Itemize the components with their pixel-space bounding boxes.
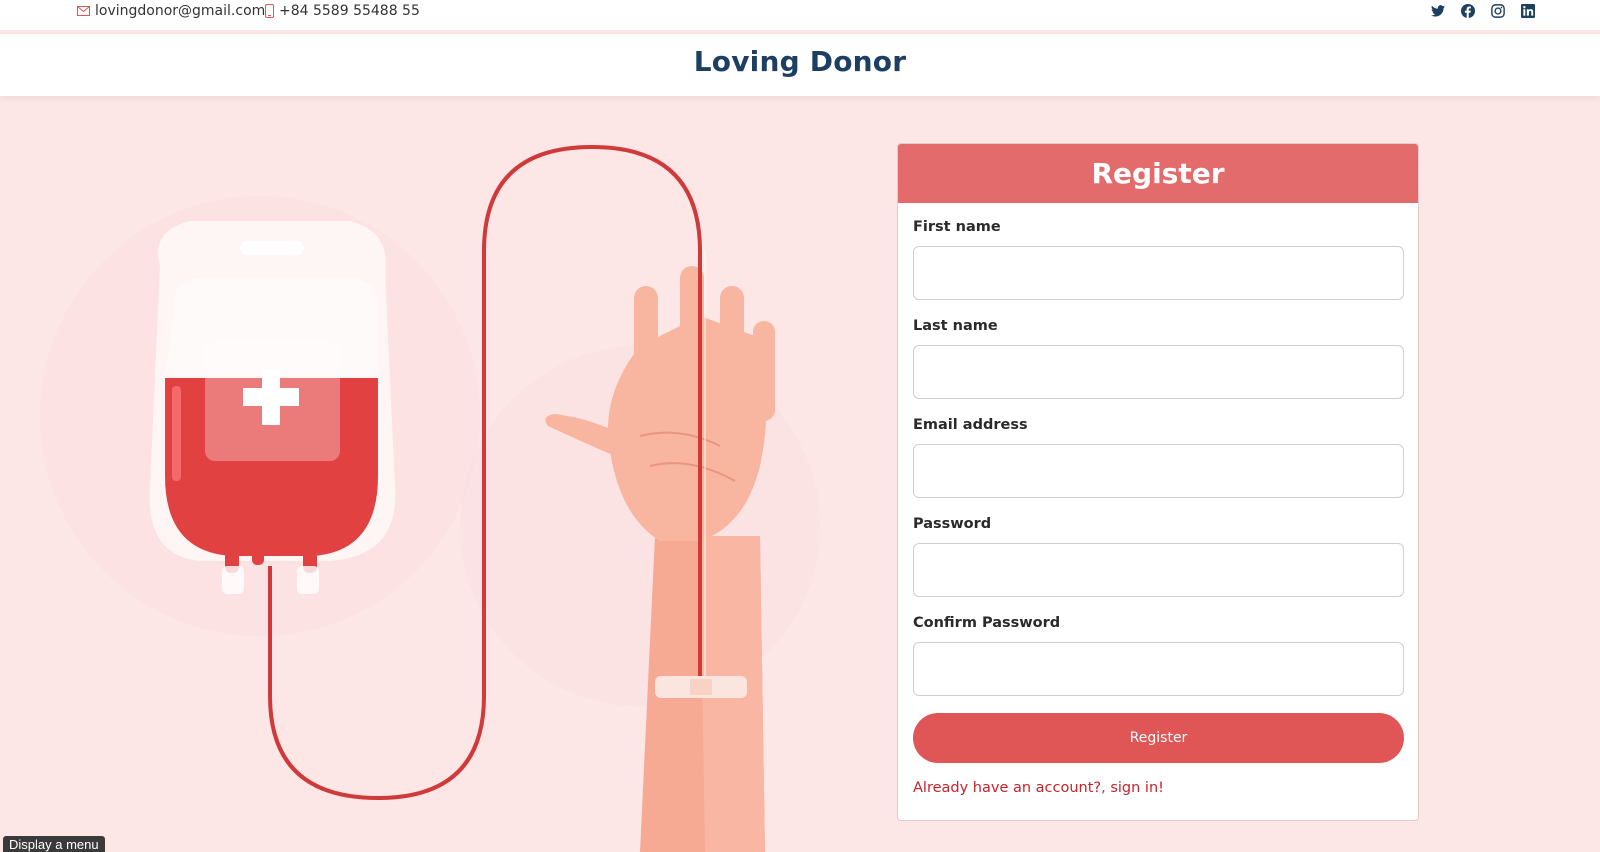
site-brand[interactable]: Loving Donor bbox=[0, 45, 1600, 78]
confirm-password-input[interactable] bbox=[913, 642, 1404, 696]
display-menu-tooltip: Display a menu bbox=[3, 836, 105, 852]
password-input[interactable] bbox=[913, 543, 1404, 597]
phone-icon bbox=[265, 4, 274, 18]
site-header: Loving Donor bbox=[0, 34, 1600, 96]
register-card-header: Register bbox=[898, 144, 1418, 203]
last-name-label: Last name bbox=[913, 318, 998, 334]
facebook-icon[interactable] bbox=[1460, 3, 1476, 19]
last-name-input[interactable] bbox=[913, 345, 1404, 399]
register-form: First name Last name Email address Passw… bbox=[898, 203, 1418, 796]
password-label: Password bbox=[913, 516, 992, 532]
first-name-input[interactable] bbox=[913, 246, 1404, 300]
contact-email[interactable]: lovingdonor@gmail.com bbox=[77, 3, 265, 19]
instagram-icon[interactable] bbox=[1490, 3, 1506, 19]
confirm-password-label: Confirm Password bbox=[913, 615, 1061, 631]
register-card: Register First name Last name Email addr… bbox=[897, 143, 1419, 821]
register-button[interactable]: Register bbox=[913, 713, 1404, 763]
linkedin-icon[interactable] bbox=[1520, 3, 1536, 19]
mail-icon bbox=[77, 6, 90, 16]
contact-phone[interactable]: +84 5589 55488 55 bbox=[265, 3, 420, 19]
top-contact-bar: lovingdonor@gmail.com +84 5589 55488 55 bbox=[0, 0, 1600, 30]
contact-email-text: lovingdonor@gmail.com bbox=[95, 3, 266, 19]
email-label: Email address bbox=[913, 417, 1028, 433]
blood-donation-illustration bbox=[0, 96, 880, 852]
sign-in-link[interactable]: Already have an account?, sign in! bbox=[913, 780, 1403, 796]
contact-phone-text: +84 5589 55488 55 bbox=[279, 3, 420, 19]
social-links bbox=[1430, 3, 1536, 19]
twitter-icon[interactable] bbox=[1430, 3, 1446, 19]
email-input[interactable] bbox=[913, 444, 1404, 498]
register-title: Register bbox=[1091, 157, 1225, 190]
first-name-label: First name bbox=[913, 219, 1001, 235]
